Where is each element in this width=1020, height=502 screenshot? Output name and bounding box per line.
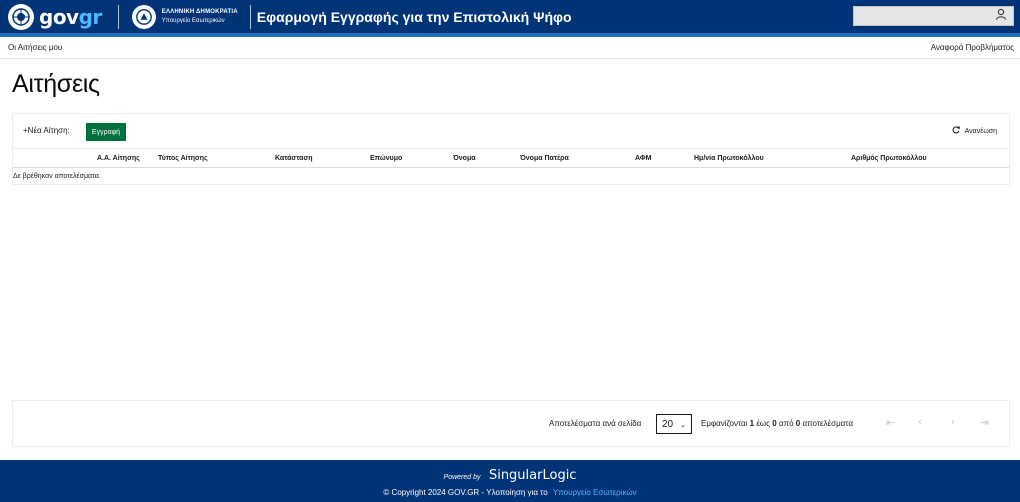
refresh-button[interactable]: Ανανέωση <box>952 126 997 136</box>
column-header[interactable]: Όνομα <box>453 155 476 162</box>
header-divider <box>249 4 251 29</box>
next-page-icon[interactable]: › <box>951 416 955 428</box>
greek-emblem-icon <box>8 3 34 30</box>
column-header[interactable]: Τύπος Αίτησης <box>158 155 208 162</box>
results-per-page-label: Αποτελέσματα ανά σελίδα <box>549 419 642 428</box>
page-size-select[interactable]: 20 ⌄ <box>656 414 692 434</box>
ministry-line-1: ΕΛΛΗΝΙΚΗ ΔΗΜΟΚΡΑΤΙΑ <box>161 8 238 15</box>
page-title: Αιτήσεις <box>12 70 100 98</box>
column-header[interactable]: Α.Α. Αίτησης <box>97 155 140 162</box>
column-header[interactable]: Όνομα Πατέρα <box>520 155 569 162</box>
new-application-label: +Νέα Αίτηση: <box>23 126 70 135</box>
my-applications-link[interactable]: Οι Αιτήσεις μου <box>8 43 62 52</box>
powered-by-label: Powered by <box>443 474 481 481</box>
govgr-logo[interactable]: govgr <box>8 0 102 33</box>
chevron-down-icon: ⌄ <box>680 422 686 429</box>
register-button[interactable]: Εγγραφή <box>86 123 126 141</box>
user-menu-button[interactable] <box>853 6 1014 26</box>
column-header[interactable]: ΑΦΜ <box>635 155 651 162</box>
applications-grid: +Νέα Αίτηση: Εγγραφή Ανανέωση Α.Α. Αίτησ… <box>12 113 1010 185</box>
refresh-icon <box>952 126 965 136</box>
ministry-line-2: Υπουργείο Εσωτερικών <box>161 17 225 24</box>
ministry-emblem-icon <box>131 4 156 29</box>
ministry-link[interactable]: Υπουργείο Εσωτερικών <box>553 488 637 497</box>
top-header-bar: govgr ΕΛΛΗΝΙΚΗ ΔΗΜΟΚΡΑΤΙΑ Υπουργείο Εσωτ… <box>0 0 1020 33</box>
powered-by: Powered by SingularLogic <box>0 466 1020 484</box>
footer: Powered by SingularLogic © Copyright 202… <box>0 460 1020 502</box>
app-title: Εφαρμογή Εγγραφής για την Επιστολική Ψήφ… <box>256 8 572 25</box>
column-header[interactable]: Αριθμός Πρωτοκόλλου <box>851 155 927 162</box>
ministry-logo: ΕΛΛΗΝΙΚΗ ΔΗΜΟΚΡΑΤΙΑ Υπουργείο Εσωτερικών <box>131 4 238 29</box>
copyright-text: © Copyright 2024 GOV.GR - Υλοποίηση για … <box>383 488 637 497</box>
first-page-icon[interactable]: ⇤ <box>886 416 895 429</box>
table-header: Α.Α. Αίτησης Τύπος Αίτησης Κατάσταση Επώ… <box>13 148 1009 168</box>
singularlogic-logo[interactable]: SingularLogic <box>489 468 577 483</box>
results-summary: Εμφανίζονται 1 έως 0 από 0 αποτελέσματα <box>701 419 853 428</box>
header-divider <box>117 4 119 29</box>
empty-results-message: Δε βρέθηκαν αποτελέσματα. <box>13 173 101 180</box>
previous-page-icon[interactable]: ‹ <box>918 416 922 428</box>
govgr-wordmark: govgr <box>39 4 102 29</box>
column-header[interactable]: Ημ/νία Πρωτοκόλλου <box>694 155 764 162</box>
user-icon <box>995 7 1007 25</box>
sub-navigation: Οι Αιτήσεις μου Αναφορά Προβλήματος <box>0 37 1020 59</box>
grid-toolbar: +Νέα Αίτηση: Εγγραφή Ανανέωση <box>13 114 1009 148</box>
last-page-icon[interactable]: ⇥ <box>980 416 989 429</box>
column-header[interactable]: Κατάσταση <box>275 155 313 162</box>
column-header[interactable]: Επώνυμο <box>370 155 402 162</box>
pagination-bar: Αποτελέσματα ανά σελίδα 20 ⌄ Εμφανίζοντα… <box>12 400 1010 447</box>
report-problem-link[interactable]: Αναφορά Προβλήματος <box>931 43 1014 52</box>
